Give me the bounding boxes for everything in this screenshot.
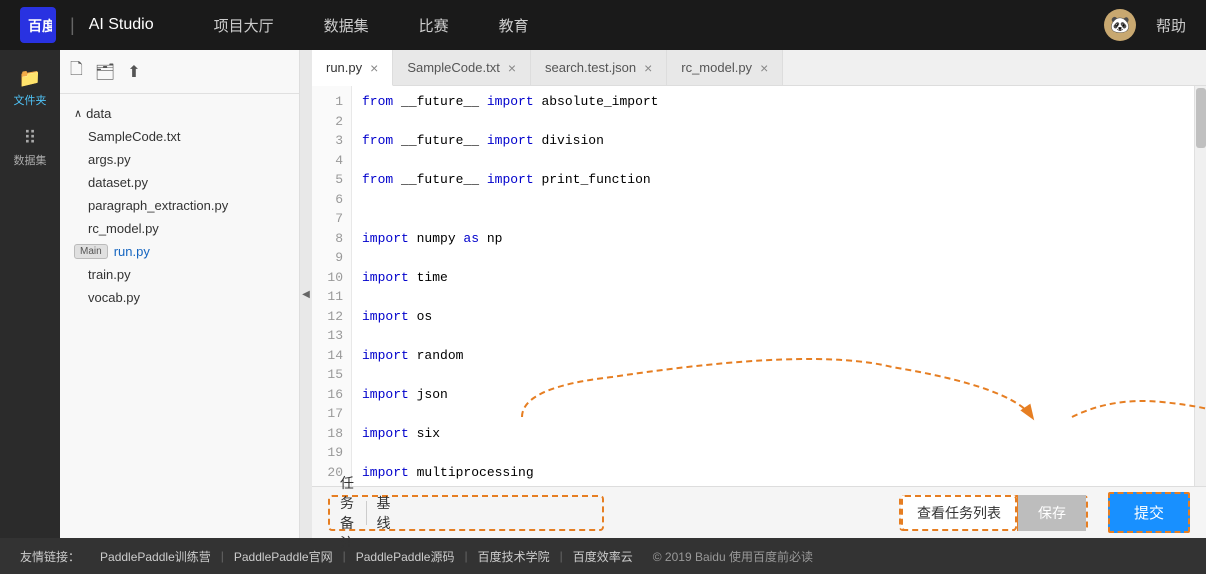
- line-numbers: 1234 5678 9101112 13141516 17181920 2122…: [312, 86, 352, 486]
- tab-samplecode-label: SampleCode.txt: [407, 60, 500, 75]
- nav-item-contest[interactable]: 比赛: [419, 15, 449, 36]
- bottom-panel: 任务备注 基线 查看任务列表 保存 提交: [312, 486, 1206, 538]
- tree-folder-data[interactable]: ∧ data: [60, 102, 299, 125]
- tree-file-args[interactable]: args.py: [60, 148, 299, 171]
- run-py-row: Main run.py: [60, 240, 299, 263]
- sidebar-item-files[interactable]: 📁 文件夹: [8, 60, 53, 116]
- file-tree-body: ∧ data SampleCode.txt args.py dataset.py…: [60, 94, 299, 538]
- footer-copyright: © 2019 Baidu 使用百度前必读: [653, 548, 813, 565]
- folder-arrow-icon: ∧: [74, 107, 82, 120]
- tab-runpy-label: run.py: [326, 60, 362, 75]
- tab-samplecode[interactable]: SampleCode.txt ×: [393, 50, 531, 85]
- footer-link-training[interactable]: PaddlePaddle训练营: [100, 548, 211, 565]
- upload-icon[interactable]: ⬆: [127, 62, 140, 82]
- logo-area: 百度 | AI Studio: [20, 7, 154, 43]
- tab-searchjson-close[interactable]: ×: [644, 61, 652, 75]
- new-folder-icon[interactable]: 🗂: [95, 62, 115, 82]
- main-badge: Main: [74, 244, 108, 259]
- svg-text:百度: 百度: [28, 18, 52, 34]
- save-button[interactable]: 保存: [1017, 495, 1086, 531]
- tabs-bar: run.py × SampleCode.txt × search.test.js…: [312, 50, 1206, 86]
- tab-searchjson[interactable]: search.test.json ×: [531, 50, 667, 85]
- nav-item-education[interactable]: 教育: [499, 15, 529, 36]
- action-buttons-box: 查看任务列表 保存: [899, 495, 1088, 531]
- tab-samplecode-close[interactable]: ×: [508, 61, 516, 75]
- file-tree-panel: 🗋 🗂 ⬆ ∧ data SampleCode.txt args.py data…: [60, 50, 300, 538]
- tree-file-train[interactable]: train.py: [60, 263, 299, 286]
- file-tree-header: 🗋 🗂 ⬆: [60, 50, 299, 94]
- help-link[interactable]: 帮助: [1156, 15, 1186, 36]
- nav-right: 🐼 帮助: [1104, 9, 1186, 41]
- tree-file-paragraph[interactable]: paragraph_extraction.py: [60, 194, 299, 217]
- tab-runpy-close[interactable]: ×: [370, 61, 378, 75]
- tab-searchjson-label: search.test.json: [545, 60, 636, 75]
- tab-rcmodel[interactable]: rc_model.py ×: [667, 50, 783, 85]
- task-note-label: 任务备注: [330, 473, 366, 553]
- logo-separator: |: [70, 15, 75, 36]
- main-layout: 📁 文件夹 ⠿ 数据集 🗋 🗂 ⬆ ∧ data SampleCode.txt …: [0, 50, 1206, 538]
- tree-file-rcmodel[interactable]: rc_model.py: [60, 217, 299, 240]
- ai-studio-label: AI Studio: [89, 16, 154, 34]
- footer-link-official[interactable]: PaddlePaddle官网: [234, 548, 333, 565]
- footer-links: PaddlePaddle训练营 | PaddlePaddle官网 | Paddl…: [90, 548, 813, 565]
- tree-file-dataset[interactable]: dataset.py: [60, 171, 299, 194]
- nav-item-dataset[interactable]: 数据集: [324, 15, 369, 36]
- code-editor: 1234 5678 9101112 13141516 17181920 2122…: [312, 86, 1206, 486]
- tree-file-runpy[interactable]: run.py: [114, 244, 150, 259]
- scrollbar-thumb[interactable]: [1196, 88, 1206, 148]
- baidu-logo-icon: 百度: [20, 7, 56, 43]
- task-note-box: 任务备注 基线: [328, 495, 604, 531]
- vertical-scrollbar[interactable]: [1194, 86, 1206, 486]
- dataset-icon: ⠿: [23, 128, 36, 149]
- footer-link-efficiency[interactable]: 百度效率云: [573, 548, 633, 565]
- submit-button[interactable]: 提交: [1108, 492, 1190, 533]
- folder-name: data: [86, 106, 111, 121]
- collapse-panel-arrow[interactable]: ◀: [300, 50, 312, 538]
- footer-link-source[interactable]: PaddlePaddle源码: [356, 548, 455, 565]
- nav-item-project[interactable]: 项目大厅: [214, 15, 274, 36]
- sidebar: 📁 文件夹 ⠿ 数据集: [0, 50, 60, 538]
- tab-rcmodel-close[interactable]: ×: [760, 61, 768, 75]
- tab-rcmodel-label: rc_model.py: [681, 60, 752, 75]
- tree-file-vocab[interactable]: vocab.py: [60, 286, 299, 309]
- view-tasks-button[interactable]: 查看任务列表: [901, 495, 1017, 531]
- footer: 友情链接： PaddlePaddle训练营 | PaddlePaddle官网 |…: [0, 538, 1206, 574]
- baseline-label: 基线: [367, 493, 401, 533]
- code-content[interactable]: from __future__ import absolute_import f…: [352, 86, 1194, 486]
- tree-file-samplecode[interactable]: SampleCode.txt: [60, 125, 299, 148]
- sidebar-files-label: 文件夹: [14, 92, 47, 108]
- footer-label: 友情链接：: [20, 548, 80, 565]
- sidebar-item-datasets[interactable]: ⠿ 数据集: [8, 120, 53, 176]
- editor-area: run.py × SampleCode.txt × search.test.js…: [312, 50, 1206, 538]
- new-file-icon[interactable]: 🗋: [70, 58, 83, 85]
- user-avatar[interactable]: 🐼: [1104, 9, 1136, 41]
- top-navigation: 百度 | AI Studio 项目大厅 数据集 比赛 教育 🐼 帮助: [0, 0, 1206, 50]
- footer-link-academy[interactable]: 百度技术学院: [478, 548, 550, 565]
- baseline-input[interactable]: [401, 505, 602, 521]
- folder-icon: 📁: [19, 68, 41, 89]
- tab-runpy[interactable]: run.py ×: [312, 50, 393, 86]
- sidebar-dataset-label: 数据集: [14, 152, 47, 168]
- nav-items: 项目大厅 数据集 比赛 教育: [214, 15, 1104, 36]
